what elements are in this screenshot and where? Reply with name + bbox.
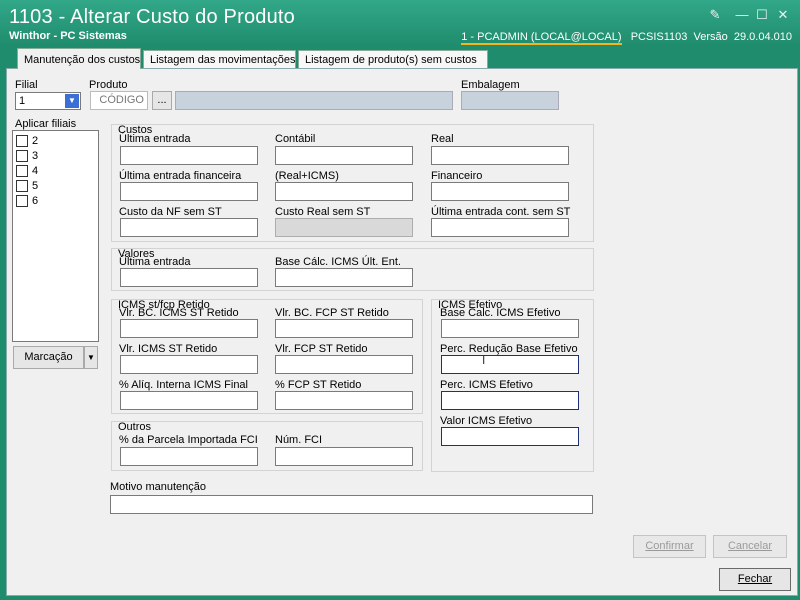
perc-reducao-label: Perc. Redução Base Efetivo: [440, 343, 578, 355]
ultima-entrada-cont-sem-st-label: Última entrada cont. sem ST: [431, 206, 571, 218]
filial-select[interactable]: 1 ▼: [15, 92, 81, 110]
filial-item-label: 6: [32, 195, 39, 207]
app-window: 1103 - Alterar Custo do Produto Winthor …: [0, 0, 800, 600]
valor-icms-efetivo-label: Valor ICMS Efetivo: [440, 415, 533, 427]
ultima-entrada-input[interactable]: [120, 146, 258, 165]
ultima-entrada-label: Última entrada: [119, 133, 191, 145]
minimize-icon[interactable]: —: [735, 8, 749, 22]
perc-reducao-input[interactable]: I: [441, 353, 579, 374]
confirmar-button: Confirmar: [633, 535, 706, 558]
tab-panel: Filial 1 ▼ Produto CÓDIGO ... Embalagem …: [6, 68, 798, 596]
vlr-fcp-st-input[interactable]: [275, 355, 413, 374]
filial-checkbox[interactable]: [16, 165, 28, 177]
filiais-list: 2 3 4 5 6: [12, 130, 99, 342]
custo-nf-sem-st-input[interactable]: [120, 218, 258, 237]
cancelar-label: Cancelar: [727, 540, 773, 552]
embalagem-label: Embalagem: [461, 79, 520, 91]
motivo-input[interactable]: [110, 495, 593, 514]
real-icms-input[interactable]: [275, 182, 413, 201]
parcela-fci-label: % da Parcela Importada FCI: [119, 434, 258, 446]
ultima-entrada-cont-sem-st-input[interactable]: [431, 218, 569, 237]
filial-item-label: 4: [32, 165, 39, 177]
vlr-fcp-st-label: Vlr. FCP ST Retido: [275, 343, 368, 355]
close-icon[interactable]: ✕: [776, 8, 790, 22]
contabil-input[interactable]: [275, 146, 413, 165]
user-info: 1 - PCADMIN (LOCAL@LOCAL): [461, 31, 622, 45]
produto-code-input[interactable]: CÓDIGO: [90, 91, 148, 110]
base-calc-icms-input[interactable]: [275, 268, 413, 287]
parcela-fci-input[interactable]: [120, 447, 258, 466]
program-code: PCSIS1103: [630, 31, 688, 43]
produto-search-button[interactable]: ...: [152, 91, 172, 110]
filial-label: Filial: [15, 79, 38, 91]
vlr-icms-st-input[interactable]: [120, 355, 258, 374]
maximize-icon[interactable]: ☐: [755, 8, 769, 22]
fechar-label: Fechar: [737, 573, 773, 585]
filial-checkbox[interactable]: [16, 195, 28, 207]
marcacao-dropdown-icon[interactable]: ▼: [84, 346, 98, 369]
produto-code-placeholder: CÓDIGO: [99, 94, 144, 106]
filial-item-label: 2: [32, 135, 39, 147]
filial-checkbox[interactable]: [16, 150, 28, 162]
custo-nf-sem-st-label: Custo da NF sem ST: [119, 206, 222, 218]
vlr-bc-icms-st-input[interactable]: [120, 319, 258, 338]
num-fci-label: Núm. FCI: [275, 434, 323, 446]
num-fci-input[interactable]: [275, 447, 413, 466]
produto-description-field: [175, 91, 453, 110]
base-calc-efetivo-label: Base Calc. ICMS Efetivo: [440, 307, 561, 319]
ultima-entrada-financeira-label: Última entrada financeira: [119, 170, 242, 182]
real-label: Real: [431, 133, 454, 145]
cancelar-button: Cancelar: [713, 535, 787, 558]
base-calc-efetivo-input[interactable]: [441, 319, 579, 338]
text-cursor-icon: I: [482, 353, 486, 367]
vlr-bc-fcp-st-label: Vlr. BC. FCP ST Retido: [275, 307, 389, 319]
marcacao-button[interactable]: Marcação: [13, 346, 84, 369]
filial-item-label: 5: [32, 180, 39, 192]
version-number: 29.0.04.010: [733, 31, 792, 43]
edit-icon[interactable]: ✎: [708, 8, 722, 22]
chevron-down-icon[interactable]: ▼: [65, 94, 79, 108]
version-label: Versão: [693, 31, 728, 43]
filial-value: 1: [19, 95, 26, 107]
valor-icms-efetivo-input[interactable]: [441, 427, 579, 446]
tab-sem-custos[interactable]: Listagem de produto(s) sem custos: [298, 50, 488, 69]
window-subtitle: Winthor - PC Sistemas: [9, 30, 127, 42]
confirmar-label: Confirmar: [645, 540, 694, 552]
window-title: 1103 - Alterar Custo do Produto: [9, 6, 295, 28]
real-icms-label: (Real+ICMS): [275, 170, 339, 182]
valores-ultima-entrada-label: Última entrada: [119, 256, 191, 268]
custo-real-sem-st-label: Custo Real sem ST: [275, 206, 371, 218]
aplicar-filiais-label: Aplicar filiais: [15, 118, 77, 130]
financeiro-label: Financeiro: [431, 170, 483, 182]
fcp-retido-label: % FCP ST Retido: [275, 379, 362, 391]
contabil-label: Contábil: [275, 133, 316, 145]
fechar-button[interactable]: Fechar: [719, 568, 791, 591]
real-input[interactable]: [431, 146, 569, 165]
filial-checkbox[interactable]: [16, 180, 28, 192]
vlr-icms-st-label: Vlr. ICMS ST Retido: [119, 343, 218, 355]
produto-label: Produto: [89, 79, 128, 91]
vlr-bc-icms-st-label: Vlr. BC. ICMS ST Retido: [119, 307, 239, 319]
fcp-retido-input[interactable]: [275, 391, 413, 410]
ultima-entrada-financeira-input[interactable]: [120, 182, 258, 201]
tab-manutencao[interactable]: Manutenção dos custos: [17, 48, 141, 69]
outros-title: Outros: [118, 421, 152, 433]
motivo-label: Motivo manutenção: [110, 481, 206, 493]
system-info: 1 - PCADMIN (LOCAL@LOCAL) PCSIS1103 Vers…: [461, 31, 792, 45]
perc-icms-efetivo-label: Perc. ICMS Efetivo: [440, 379, 533, 391]
aliq-interna-label: % Alíq. Interna ICMS Final: [119, 379, 248, 391]
custo-real-sem-st-input: [275, 218, 413, 237]
filial-checkbox[interactable]: [16, 135, 28, 147]
embalagem-field: [461, 91, 559, 110]
tab-movimentacoes[interactable]: Listagem das movimentações: [143, 50, 296, 69]
filial-item-label: 3: [32, 150, 39, 162]
financeiro-input[interactable]: [431, 182, 569, 201]
perc-icms-efetivo-input[interactable]: [441, 391, 579, 410]
base-calc-icms-label: Base Cálc. ICMS Últ. Ent.: [275, 256, 401, 268]
vlr-bc-fcp-st-input[interactable]: [275, 319, 413, 338]
valores-ultima-entrada-input[interactable]: [120, 268, 258, 287]
aliq-interna-input[interactable]: [120, 391, 258, 410]
